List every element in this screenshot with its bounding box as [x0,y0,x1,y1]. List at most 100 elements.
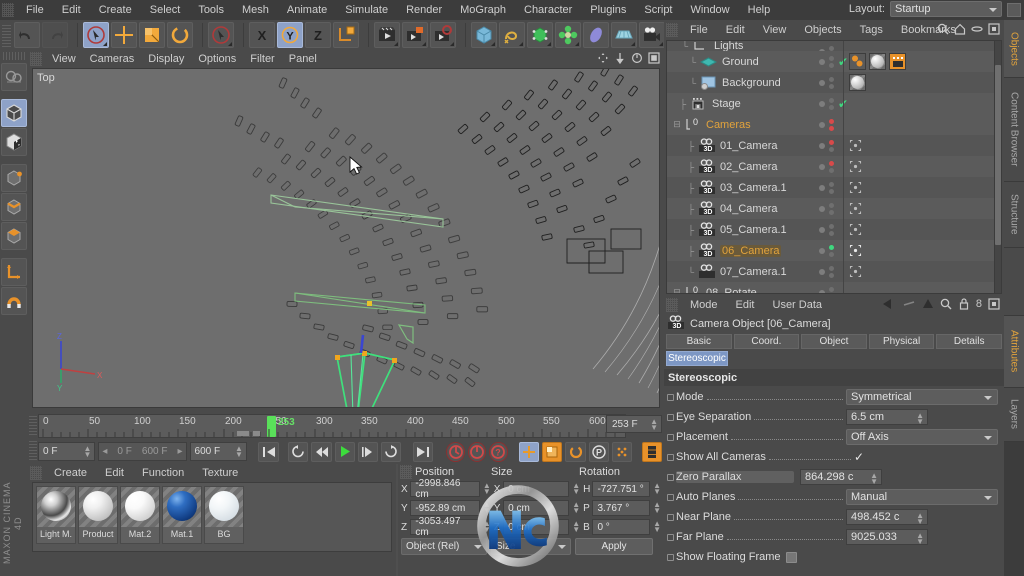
render-region-button[interactable] [402,22,428,48]
parameter-dot[interactable] [667,413,674,421]
back-arrow-icon[interactable] [882,298,896,310]
visibility-dots[interactable] [819,282,834,294]
floor-environment-button[interactable] [611,22,637,48]
menu-select[interactable]: Select [141,2,190,18]
tab-coord[interactable]: Coord. [733,334,800,349]
scale-tool-button[interactable] [139,22,165,48]
dock-tab-structure[interactable]: Structure [1004,182,1024,248]
menu-help[interactable]: Help [739,2,780,18]
om-menu-view[interactable]: View [754,22,796,38]
toolbar-grip[interactable] [2,23,11,47]
material-swatch[interactable]: BG [204,486,244,544]
dock-tab-attributes[interactable]: Attributes [1004,316,1024,388]
rotation-b-spinner[interactable]: ▲ ▼ [653,520,661,534]
visibility-dots[interactable] [819,41,834,51]
up-arrow-icon[interactable] [922,298,934,310]
menu-render[interactable]: Render [397,2,451,18]
autokeying-button[interactable] [467,441,487,462]
polygons-tool-button[interactable] [1,222,27,250]
edges-tool-button[interactable] [1,193,27,221]
rotation-p-spinner[interactable]: ▲ ▼ [653,501,661,515]
show-all-cameras-checkbox[interactable]: ✓ [854,451,864,463]
near-plane-field[interactable]: 498.452 c ▲ ▼ [846,509,928,526]
selection-tool-button[interactable] [208,22,234,48]
show-floating-frame-checkbox[interactable] [785,551,797,563]
fit-icon[interactable] [988,23,1000,35]
parameter-dot[interactable] [667,553,674,561]
object-row-camera-05[interactable]: ├ 3D 05_Camera.1 [667,219,995,240]
visibility-dots[interactable] [819,240,834,261]
axis-tool-button[interactable] [1,258,27,286]
om-menu-tags[interactable]: Tags [851,22,892,38]
menu-plugins[interactable]: Plugins [581,2,635,18]
menu-tools[interactable]: Tools [189,2,233,18]
play-backward-loop-button[interactable] [288,441,309,462]
layout-dropdown[interactable]: Startup [890,1,1002,17]
far-plane-spinner[interactable]: ▲ ▼ [916,532,924,546]
parameter-dot[interactable] [667,493,674,501]
render-dots[interactable] [829,244,834,257]
start-frame-spinner[interactable]: ▲ ▼ [83,445,91,459]
protection-tag[interactable] [849,202,862,215]
object-row-rotate-08[interactable]: ⊟ 0 08_Rotate [667,282,995,294]
material-swatch[interactable]: Mat.2 [120,486,160,544]
visibility-dots[interactable] [819,219,834,240]
protection-tag[interactable] [849,223,862,236]
menu-grip[interactable] [2,3,14,17]
timeline-grip-2[interactable] [29,440,37,460]
material-swatch-pool[interactable]: Light M. Product Mat.2 Mat.1 BG [32,482,392,552]
apply-button[interactable]: Apply [575,537,653,555]
attribute-grip[interactable] [666,298,678,312]
end-frame-spinner[interactable]: ▲ ▼ [235,445,243,459]
menu-simulate[interactable]: Simulate [336,2,397,18]
rotate-view-icon[interactable] [631,52,643,64]
render-dots[interactable] [829,286,834,294]
parameter-dot[interactable] [667,433,674,441]
render-dots[interactable] [829,76,834,89]
visibility-dot[interactable] [819,79,825,86]
render-dots[interactable] [829,223,834,236]
parameter-dot[interactable] [667,533,674,541]
axis-z-button[interactable]: Z [305,22,331,48]
render-dots[interactable] [829,202,834,215]
rotation-h-field[interactable]: -727.751 ° [592,481,651,497]
fit-icon[interactable] [988,298,1000,310]
auto-planes-dropdown[interactable]: Manual [846,489,998,505]
protection-tag[interactable] [849,181,862,194]
render-dots[interactable] [829,139,834,152]
placement-dropdown[interactable]: Off Axis [846,429,998,445]
parameter-dot[interactable] [667,513,674,521]
pan-icon[interactable] [597,52,609,64]
menu-mesh[interactable]: Mesh [233,2,278,18]
object-row-camera-04[interactable]: ├ 3D 04_Camera [667,198,995,219]
home-icon[interactable] [954,23,966,35]
timeline-grip[interactable] [29,415,37,435]
visibility-dots[interactable] [819,156,834,177]
parameter-dot[interactable] [667,393,674,401]
position-key-button[interactable] [519,441,540,462]
visibility-dots[interactable] [819,114,834,135]
object-row-lights[interactable]: └ Lights [667,41,995,51]
parameter-dot[interactable] [667,453,674,461]
object-row-cameras[interactable]: ⊟ 0 Cameras [667,114,995,135]
menu-animate[interactable]: Animate [278,2,336,18]
left-toolbar-grip[interactable] [3,52,25,60]
preview-range-right-arrow[interactable]: ▸ [177,446,182,457]
viewport-menu-view[interactable]: View [45,52,83,66]
material-grip[interactable] [30,466,42,480]
om-menu-objects[interactable]: Objects [795,22,850,38]
array-deformer-button[interactable] [555,22,581,48]
menu-edit[interactable]: Edit [53,2,90,18]
size-z-spinner[interactable]: ▲ ▼ [572,520,580,534]
material-swatch[interactable]: Product [78,486,118,544]
preview-range-left-arrow[interactable]: ◂ [102,446,107,457]
bend-deformer-button[interactable] [583,22,609,48]
visibility-dots[interactable] [819,177,834,198]
render-view-button[interactable] [374,22,400,48]
object-row-camera-06[interactable]: ├ 3D 06_Camera [667,240,995,261]
points-tool-button[interactable] [1,164,27,192]
param-key-button[interactable]: P [588,441,609,462]
protection-tag[interactable] [849,160,862,173]
axis-x-button[interactable]: X [249,22,275,48]
object-row-camera-01[interactable]: ├ 3D 01_Camera [667,135,995,156]
